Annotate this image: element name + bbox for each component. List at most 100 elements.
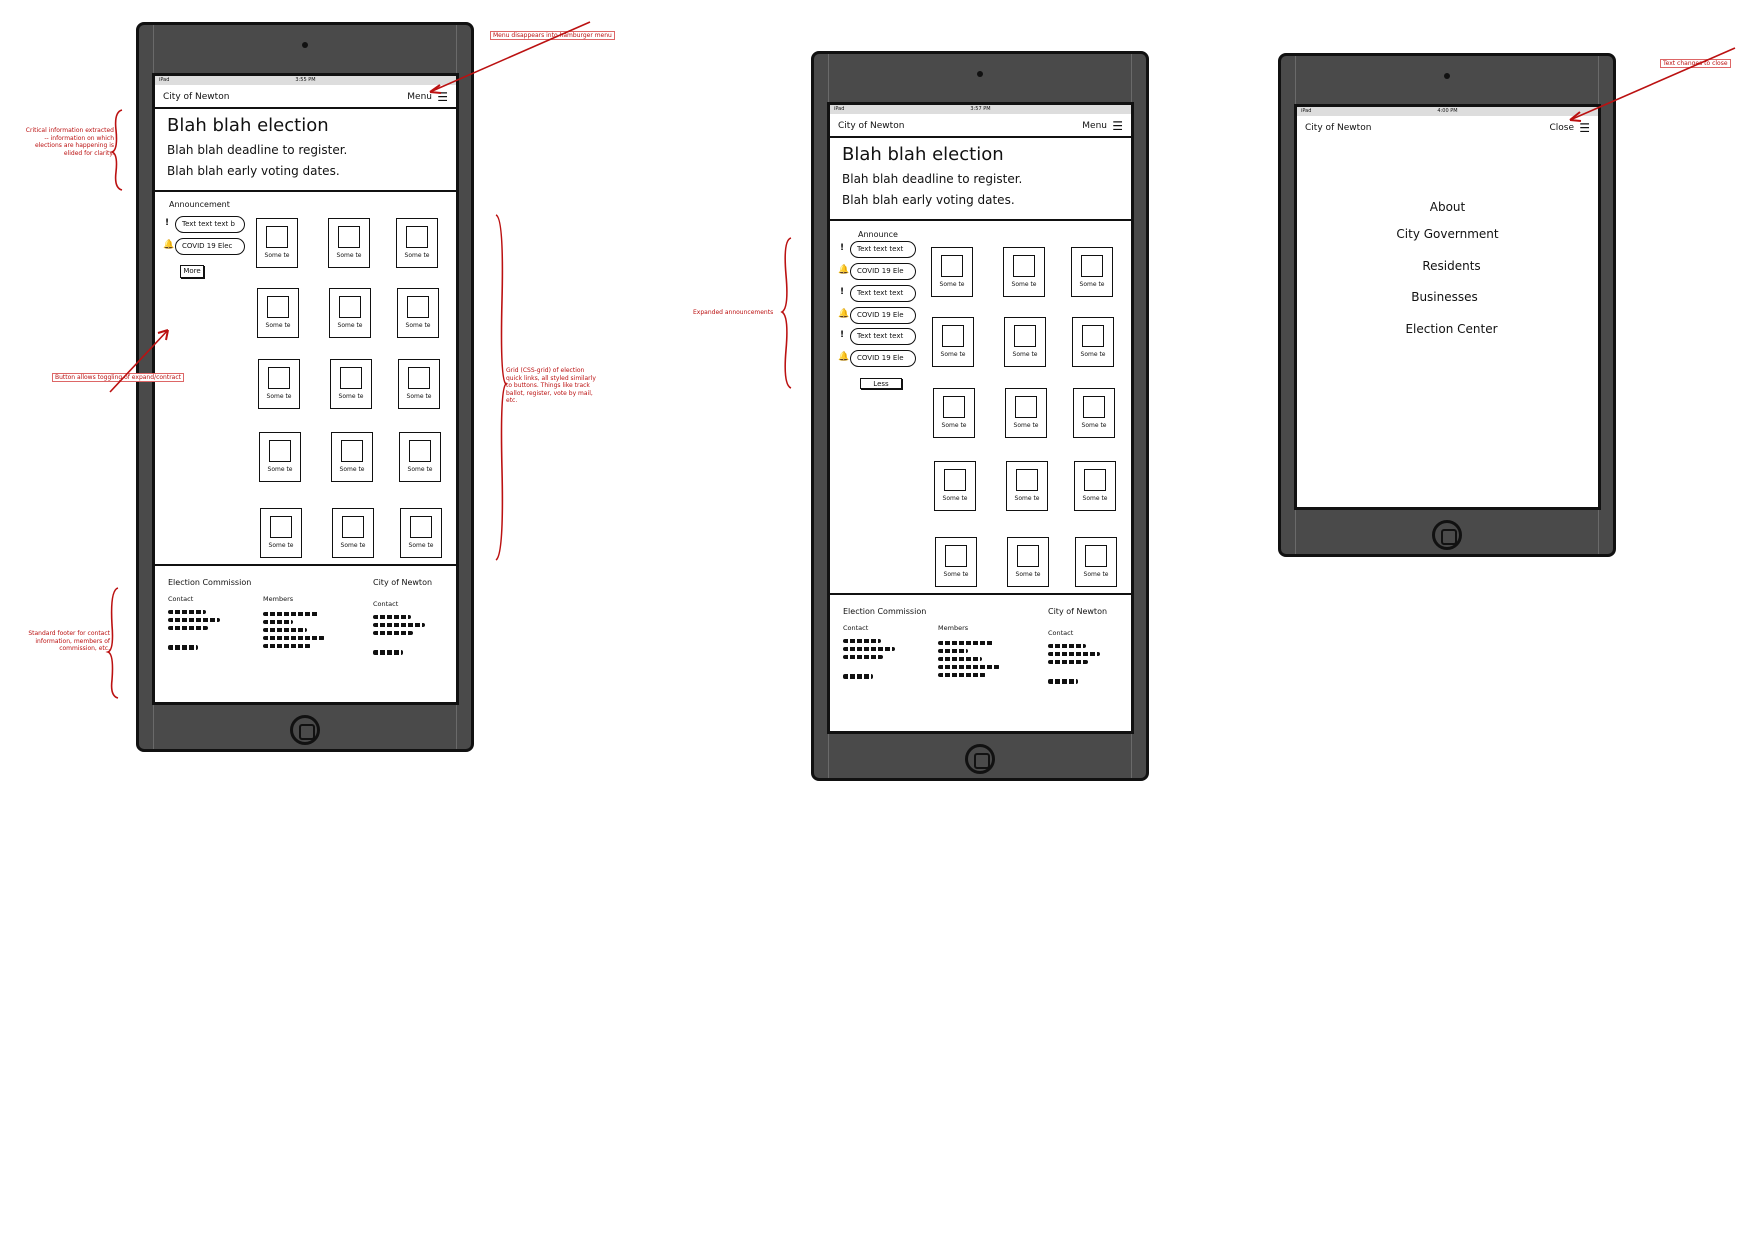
footer-contact-label: Contact bbox=[168, 595, 194, 603]
quick-link-tile[interactable]: Some te bbox=[1072, 317, 1114, 367]
nav-menu: About City Government Residents Business… bbox=[1297, 107, 1598, 507]
announcement-pill[interactable]: Text text text bbox=[850, 285, 916, 302]
announcement-pill[interactable]: Text text text bbox=[850, 328, 916, 345]
quick-link-tile[interactable]: Some te bbox=[1005, 388, 1047, 438]
quick-link-tile[interactable]: Some te bbox=[932, 317, 974, 367]
quick-link-tile[interactable]: Some te bbox=[1004, 317, 1046, 367]
menu-item-about[interactable]: About bbox=[1297, 200, 1598, 214]
home-button-icon[interactable] bbox=[965, 744, 995, 774]
announcement-pill[interactable]: Text text text bbox=[850, 241, 916, 258]
quick-link-tile[interactable]: Some te bbox=[399, 432, 441, 482]
announcement-pill[interactable]: COVID 19 Ele bbox=[850, 307, 916, 324]
quick-link-tile[interactable]: Some te bbox=[935, 537, 977, 587]
home-button-icon[interactable] bbox=[290, 715, 320, 745]
screen-expanded: iPad 3:57 PM City of Newton Menu ☰ Blah … bbox=[827, 102, 1134, 734]
quick-link-tile[interactable]: Some te bbox=[933, 388, 975, 438]
quick-link-tile[interactable]: Some te bbox=[1075, 537, 1117, 587]
redacted-text bbox=[373, 650, 403, 655]
quick-link-tile[interactable]: Some te bbox=[328, 218, 370, 268]
status-bar: iPad 3:57 PM bbox=[830, 105, 1131, 114]
menu-item-residents[interactable]: Residents bbox=[1297, 259, 1598, 273]
quick-link-tile[interactable]: Some te bbox=[1003, 247, 1045, 297]
placeholder-icon bbox=[944, 469, 966, 491]
placeholder-icon bbox=[270, 516, 292, 538]
bell-icon: 🔔 bbox=[838, 309, 850, 319]
site-title[interactable]: City of Newton bbox=[163, 92, 229, 102]
quick-link-tile[interactable]: Some te bbox=[931, 247, 973, 297]
ipad-frame-menu-open: iPad 4:00 PM City of Newton Close ☰ Abou… bbox=[1278, 53, 1616, 557]
placeholder-icon bbox=[339, 296, 361, 318]
menu-button[interactable]: Menu bbox=[407, 92, 432, 102]
placeholder-icon bbox=[340, 367, 362, 389]
announcement-pill[interactable]: COVID 19 Ele bbox=[850, 263, 916, 280]
announcements-title: Announcement bbox=[169, 200, 230, 209]
quick-link-tile[interactable]: Some te bbox=[397, 288, 439, 338]
menu-button[interactable]: Menu bbox=[1082, 121, 1107, 131]
placeholder-icon bbox=[410, 516, 432, 538]
quick-link-tile[interactable]: Some te bbox=[332, 508, 374, 558]
quick-link-label: Some te bbox=[408, 542, 434, 549]
placeholder-icon bbox=[1017, 545, 1039, 567]
quick-link-tile[interactable]: Some te bbox=[256, 218, 298, 268]
alert-icon: ! bbox=[840, 287, 845, 297]
quick-link-label: Some te bbox=[1083, 571, 1109, 578]
menu-item-businesses[interactable]: Businesses bbox=[1297, 290, 1598, 304]
placeholder-icon bbox=[342, 516, 364, 538]
quick-link-tile[interactable]: Some te bbox=[400, 508, 442, 558]
quick-link-tile[interactable]: Some te bbox=[1071, 247, 1113, 297]
hamburger-icon[interactable]: ☰ bbox=[1112, 120, 1123, 132]
placeholder-icon bbox=[1084, 469, 1106, 491]
quick-link-tile[interactable]: Some te bbox=[934, 461, 976, 511]
menu-item-city-government[interactable]: City Government bbox=[1297, 227, 1598, 241]
more-button[interactable]: More bbox=[180, 265, 204, 278]
quick-link-tile[interactable]: Some te bbox=[1006, 461, 1048, 511]
quick-link-tile[interactable]: Some te bbox=[1073, 388, 1115, 438]
quick-link-tile[interactable]: Some te bbox=[330, 359, 372, 409]
placeholder-icon bbox=[338, 226, 360, 248]
announcement-pill[interactable]: COVID 19 Elec bbox=[175, 238, 245, 255]
quick-link-tile[interactable]: Some te bbox=[331, 432, 373, 482]
hero-early-voting: Blah blah early voting dates. bbox=[842, 193, 1015, 207]
brace-grid bbox=[495, 214, 508, 561]
redacted-text bbox=[1048, 679, 1078, 684]
hamburger-icon[interactable]: ☰ bbox=[437, 91, 448, 103]
redacted-text bbox=[263, 612, 319, 616]
less-button[interactable]: Less bbox=[860, 378, 902, 389]
redacted-text bbox=[373, 615, 411, 619]
status-bar: iPad 3:55 PM bbox=[155, 76, 456, 85]
quick-link-tile[interactable]: Some te bbox=[258, 359, 300, 409]
menu-item-election-center[interactable]: Election Center bbox=[1297, 322, 1598, 336]
quick-link-label: Some te bbox=[404, 252, 430, 259]
quick-link-tile[interactable]: Some te bbox=[329, 288, 371, 338]
placeholder-icon bbox=[406, 226, 428, 248]
redacted-text bbox=[938, 673, 986, 677]
placeholder-icon bbox=[1083, 396, 1105, 418]
quick-link-tile[interactable]: Some te bbox=[259, 432, 301, 482]
top-nav: City of Newton Menu ☰ bbox=[155, 85, 456, 109]
placeholder-icon bbox=[1013, 255, 1035, 277]
alert-icon: ! bbox=[165, 218, 170, 228]
quick-link-tile[interactable]: Some te bbox=[398, 359, 440, 409]
redacted-text bbox=[168, 645, 198, 650]
quick-link-tile[interactable]: Some te bbox=[257, 288, 299, 338]
quick-link-tile[interactable]: Some te bbox=[396, 218, 438, 268]
quick-link-tile[interactable]: Some te bbox=[1007, 537, 1049, 587]
camera bbox=[977, 71, 983, 77]
quick-link-label: Some te bbox=[942, 495, 968, 502]
placeholder-icon bbox=[407, 296, 429, 318]
quick-link-tile[interactable]: Some te bbox=[260, 508, 302, 558]
placeholder-icon bbox=[941, 255, 963, 277]
quick-link-label: Some te bbox=[340, 542, 366, 549]
redacted-text bbox=[263, 644, 311, 648]
alert-icon: ! bbox=[840, 243, 845, 253]
placeholder-icon bbox=[945, 545, 967, 567]
site-title[interactable]: City of Newton bbox=[838, 121, 904, 131]
quick-link-tile[interactable]: Some te bbox=[1074, 461, 1116, 511]
quick-link-label: Some te bbox=[339, 466, 365, 473]
home-button-icon[interactable] bbox=[1432, 520, 1462, 550]
quick-link-label: Some te bbox=[941, 422, 967, 429]
announcement-pill[interactable]: Text text text b bbox=[175, 216, 245, 233]
announcement-pill[interactable]: COVID 19 Ele bbox=[850, 350, 916, 367]
quick-link-label: Some te bbox=[266, 393, 292, 400]
quick-link-label: Some te bbox=[1012, 351, 1038, 358]
